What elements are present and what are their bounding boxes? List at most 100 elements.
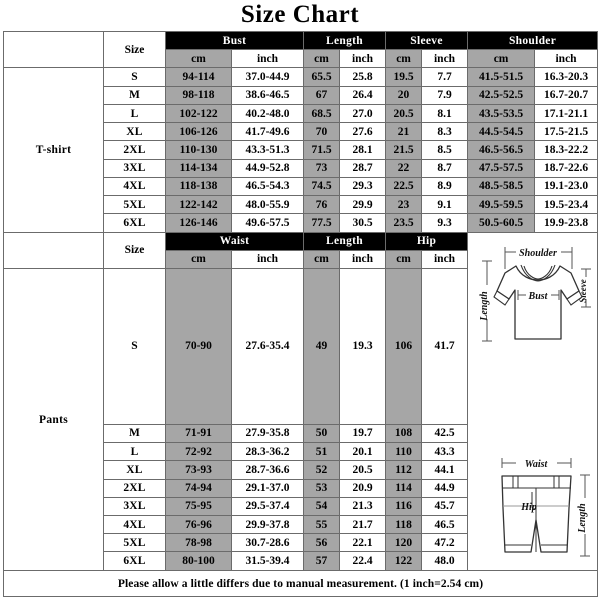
pants-unit-waist-cm: cm — [165, 249, 232, 270]
cell-sleeve-inch: 8.3 — [421, 122, 469, 142]
pants-size-xl: XL — [103, 460, 166, 480]
cell-sleeve-inch: 9.3 — [421, 213, 469, 233]
cell-waist-cm: 78-98 — [165, 533, 232, 553]
cell-length-inch: 26.4 — [339, 85, 387, 105]
cell-sleeve-cm: 20 — [385, 85, 423, 105]
tshirt-size-4xl: 4XL — [103, 176, 166, 197]
pants-size-l: L — [103, 442, 166, 462]
cell-length-inch: 25.8 — [339, 67, 387, 87]
pants-group-hip: Hip — [385, 231, 469, 251]
cell-length-inch: 20.9 — [339, 478, 387, 498]
cell-shoulder-inch: 18.3-22.2 — [534, 140, 599, 160]
cell-hip-cm: 118 — [385, 515, 423, 535]
tshirt-group-shoulder: Shoulder — [467, 30, 599, 51]
pants-unit-length-inch: inch — [339, 249, 387, 270]
cell-length-inch: 20.5 — [339, 460, 387, 480]
cell-sleeve-inch: 8.7 — [421, 158, 469, 178]
cell-hip-cm: 106 — [385, 268, 423, 425]
cell-bust-inch: 43.3-51.3 — [230, 140, 305, 160]
cell-bust-cm: 102-122 — [165, 103, 232, 124]
cell-hip-inch: 44.1 — [421, 460, 469, 480]
cell-length-cm: 77.5 — [303, 213, 341, 233]
cell-length-cm: 74.5 — [303, 176, 341, 197]
cell-bust-inch: 44.9-52.8 — [230, 158, 305, 178]
cell-bust-cm: 126-146 — [165, 213, 232, 233]
cell-sleeve-cm: 21 — [385, 122, 423, 142]
pants-group-header-row: Size Waist Length Hip Shoulder Length Sl… — [3, 231, 599, 572]
cell-length-inch: 19.7 — [339, 423, 387, 444]
tshirt-section-label: T-shirt — [3, 67, 104, 233]
cell-shoulder-inch: 16.7-20.7 — [534, 85, 599, 105]
pants-corner-blank — [3, 231, 104, 270]
cell-bust-inch: 41.7-49.6 — [230, 122, 305, 142]
cell-sleeve-inch: 9.1 — [421, 195, 469, 215]
cell-hip-cm: 108 — [385, 423, 423, 444]
cell-bust-cm: 98-118 — [165, 85, 232, 105]
cell-waist-inch: 27.9-35.8 — [230, 423, 305, 444]
cell-shoulder-inch: 16.3-20.3 — [534, 67, 599, 87]
cell-shoulder-cm: 42.5-52.5 — [467, 85, 536, 105]
tshirt-diagram: Shoulder Length Sleeve Bust — [479, 246, 591, 342]
cell-shoulder-cm: 50.5-60.5 — [467, 213, 536, 233]
cell-shoulder-cm: 47.5-57.5 — [467, 158, 536, 178]
cell-hip-inch: 43.3 — [421, 442, 469, 462]
cell-length-inch: 29.9 — [339, 195, 387, 215]
tshirt-corner-blank — [3, 30, 104, 69]
tshirt-unit-bust-cm: cm — [165, 49, 232, 69]
cell-hip-inch: 44.9 — [421, 478, 469, 498]
pants-group-waist: Waist — [164, 231, 305, 251]
cell-bust-cm: 122-142 — [165, 195, 232, 215]
tshirt-size-xl: XL — [103, 122, 166, 142]
cell-length-inch: 21.7 — [339, 515, 387, 535]
tshirt-group-header-row: Size Bust Length Sleeve Shoulder — [3, 30, 599, 69]
table-row: T-shirt S 94-114 37.0-44.9 65.5 25.8 19.… — [3, 67, 599, 233]
cell-length-cm: 57 — [303, 551, 341, 571]
cell-length-inch: 27.6 — [339, 122, 387, 142]
cell-length-cm: 67 — [303, 85, 341, 105]
size-chart-page: Size Chart Size Bust Length Sleeve Shoul… — [0, 0, 600, 600]
page-title: Size Chart — [240, 1, 360, 28]
cell-waist-cm: 76-96 — [165, 515, 232, 535]
cell-bust-inch: 49.6-57.5 — [230, 213, 305, 233]
cell-hip-inch: 48.0 — [421, 551, 469, 571]
cell-sleeve-cm: 19.5 — [385, 67, 423, 87]
cell-shoulder-cm: 41.5-51.5 — [467, 67, 536, 87]
cell-sleeve-cm: 23.5 — [385, 213, 423, 233]
tshirt-size-m: M — [103, 85, 166, 105]
cell-length-cm: 51 — [303, 442, 341, 462]
cell-shoulder-inch: 18.7-22.6 — [534, 158, 599, 178]
cell-sleeve-cm: 23 — [385, 195, 423, 215]
footer-row: Please allow a little differs due to man… — [2, 570, 599, 597]
cell-waist-cm: 80-100 — [165, 551, 232, 571]
tshirt-size-6xl: 6XL — [103, 213, 166, 233]
cell-hip-inch: 47.2 — [421, 533, 469, 553]
tshirt-unit-length-inch: inch — [339, 49, 387, 69]
pants-size-2xl: 2XL — [103, 478, 166, 498]
tshirt-unit-bust-inch: inch — [230, 49, 305, 69]
cell-length-inch: 27.0 — [339, 103, 387, 124]
cell-waist-inch: 28.7-36.6 — [230, 460, 305, 480]
pants-size-s: S — [103, 268, 166, 425]
cell-hip-inch: 45.7 — [421, 496, 469, 517]
cell-length-cm: 52 — [303, 460, 341, 480]
cell-length-cm: 71.5 — [303, 140, 341, 160]
tshirt-unit-shoulder-inch: inch — [534, 49, 599, 69]
cell-shoulder-inch: 17.1-21.1 — [534, 103, 599, 124]
cell-waist-cm: 72-92 — [165, 442, 232, 462]
tshirt-group-sleeve: Sleeve — [385, 30, 469, 51]
cell-bust-inch: 40.2-48.0 — [230, 103, 305, 124]
cell-length-cm: 54 — [303, 496, 341, 517]
cell-bust-inch: 37.0-44.9 — [230, 67, 305, 87]
pants-size-3xl: 3XL — [103, 496, 166, 517]
tshirt-size-5xl: 5XL — [103, 195, 166, 215]
cell-hip-cm: 114 — [385, 478, 423, 498]
size-chart-table-wrap: Size Bust Length Sleeve Shoulder cm inch… — [0, 30, 600, 600]
cell-shoulder-inch: 19.9-23.8 — [534, 213, 599, 233]
cell-length-cm: 53 — [303, 478, 341, 498]
cell-sleeve-cm: 21.5 — [385, 140, 423, 160]
cell-bust-cm: 110-130 — [165, 140, 232, 160]
svg-text:Bust: Bust — [527, 291, 548, 302]
cell-shoulder-cm: 49.5-59.5 — [467, 195, 536, 215]
cell-hip-inch: 46.5 — [421, 515, 469, 535]
pants-section-label: Pants — [3, 268, 104, 571]
